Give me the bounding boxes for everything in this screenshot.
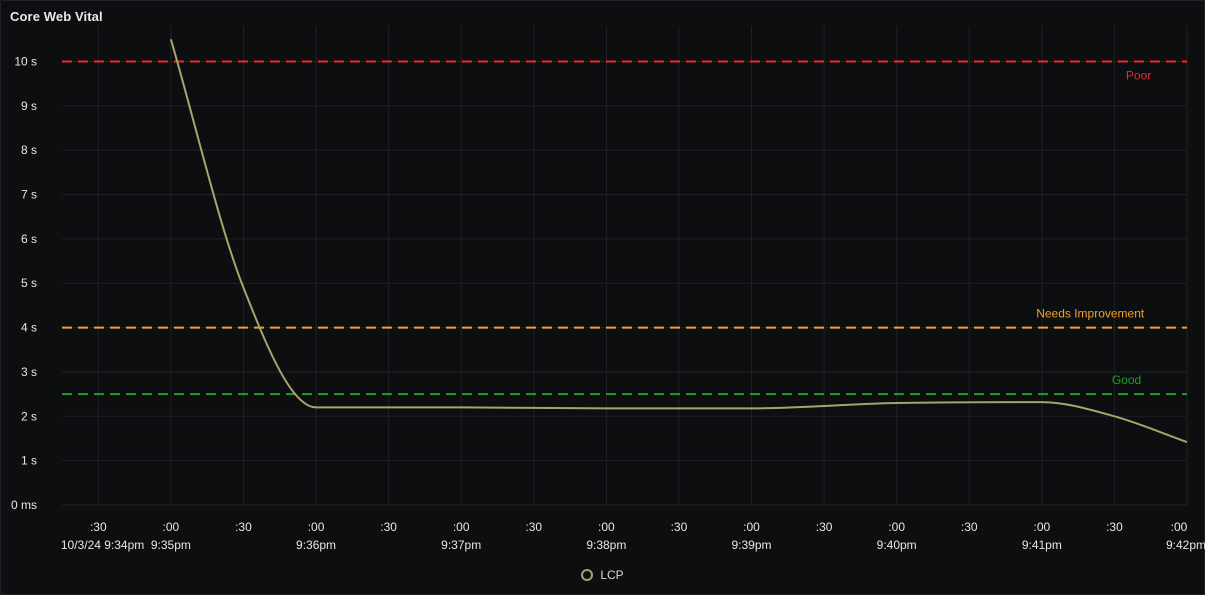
y-tick-label: 3 s: [21, 365, 37, 379]
y-tick-label: 1 s: [21, 454, 37, 468]
grid-layer: [62, 26, 1188, 506]
y-axis-ticks: 0 ms 1 s 2 s 3 s 4 s 5 s 6 s 7 s 8 s 9 s 10 s: [11, 54, 37, 512]
x-tick-label: :00: [1033, 520, 1050, 534]
x-tick-sublabel: 9:35pm: [151, 538, 191, 552]
x-tick-sublabel: 9:36pm: [296, 538, 336, 552]
y-tick-label: 7 s: [21, 188, 37, 202]
legend: LCP: [0, 568, 1205, 582]
y-tick-label: 9 s: [21, 99, 37, 113]
lcp-line-chart: 0 ms 1 s 2 s 3 s 4 s 5 s 6 s 7 s 8 s 9 s 10 s :30 1…: [11, 26, 1205, 552]
x-tick-label: :00: [743, 520, 760, 534]
x-tick-label: :00: [1171, 520, 1188, 534]
y-tick-label: 0 ms: [11, 498, 37, 512]
x-tick-label: :00: [453, 520, 470, 534]
legend-swatch-lcp[interactable]: [581, 569, 594, 581]
y-tick-label: 5 s: [21, 276, 37, 290]
x-tick-label: :30: [235, 520, 252, 534]
x-axis-ticks: :30 10/3/24 9:34pm :00 9:35pm :30 :00 9:36pm :3…: [61, 520, 1205, 552]
x-tick-sublabel: 10/3/24 9:34pm: [61, 538, 144, 552]
x-tick-sublabel: 9:42pm: [1166, 538, 1205, 552]
x-tick-sublabel: 9:41pm: [1022, 538, 1062, 552]
x-tick-label: :00: [163, 520, 180, 534]
x-tick-sublabel: 9:37pm: [441, 538, 481, 552]
x-tick-label: :30: [671, 520, 688, 534]
x-tick-label: :30: [525, 520, 542, 534]
y-tick-label: 2 s: [21, 409, 37, 423]
x-tick-label: :00: [888, 520, 905, 534]
x-tick-label: :30: [1106, 520, 1123, 534]
x-tick-label: :00: [308, 520, 325, 534]
threshold-lines: Poor Needs Improvement Good: [62, 60, 1187, 396]
x-tick-label: :30: [816, 520, 833, 534]
y-tick-label: 4 s: [21, 321, 37, 335]
y-tick-label: 8 s: [21, 143, 37, 157]
x-tick-sublabel: 9:40pm: [877, 538, 917, 552]
x-tick-label: :30: [961, 520, 978, 534]
x-tick-label: :00: [598, 520, 615, 534]
x-tick-label: :30: [90, 520, 107, 534]
y-tick-label: 6 s: [21, 232, 37, 246]
x-tick-sublabel: 9:39pm: [732, 538, 772, 552]
threshold-label-good: Good: [1112, 373, 1141, 387]
legend-label-lcp[interactable]: LCP: [600, 568, 623, 582]
y-tick-label: 10 s: [14, 54, 37, 68]
threshold-label-needs-improvement: Needs Improvement: [1036, 307, 1145, 321]
x-tick-sublabel: 9:38pm: [586, 538, 626, 552]
threshold-label-poor: Poor: [1126, 68, 1151, 82]
x-tick-label: :30: [380, 520, 397, 534]
